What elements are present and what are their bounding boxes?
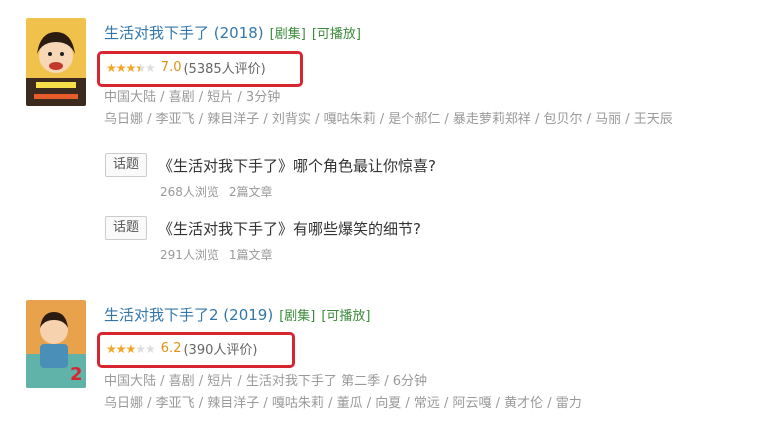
svg-text:2: 2 bbox=[70, 364, 83, 385]
series-tag[interactable]: [剧集] bbox=[270, 27, 306, 42]
topic-views: 291人浏览 bbox=[160, 248, 219, 262]
rating-count[interactable]: (5385人评价) bbox=[183, 58, 265, 77]
topic-views: 268人浏览 bbox=[160, 185, 219, 199]
search-result-1: 生活对我下手了 (2018) [剧集] [可播放] ★★★★★★★★★★ 7.0 (… bbox=[0, 0, 760, 290]
poster-image[interactable]: 2 bbox=[26, 300, 86, 388]
playable-tag[interactable]: [可播放] bbox=[321, 309, 370, 324]
topic-stats: 268人浏览 2篇文章 bbox=[160, 183, 273, 200]
topic-stats: 291人浏览 1篇文章 bbox=[160, 246, 273, 263]
result-cast[interactable]: 乌日娜 / 李亚飞 / 辣目洋子 / 刘背实 / 嘎咕朱莉 / 是个郝仁 / 暴… bbox=[104, 108, 673, 127]
topic-badge: 话题 bbox=[105, 153, 147, 177]
playable-tag[interactable]: [可播放] bbox=[312, 27, 361, 42]
rating-row: ★★★★★★★★★★ 6.2 (390人评价) bbox=[106, 339, 257, 358]
rating-count[interactable]: (390人评价) bbox=[183, 339, 257, 358]
rating-stars-fill: ★★★★★ bbox=[106, 341, 136, 356]
result-cast[interactable]: 乌日娜 / 李亚飞 / 辣目洋子 / 嘎咕朱莉 / 董瓜 / 向夏 / 常远 /… bbox=[104, 392, 582, 411]
result-title[interactable]: 生活对我下手了 (2018) [剧集] [可播放] bbox=[104, 22, 361, 43]
result-meta: 中国大陆 / 喜剧 / 短片 / 3分钟 bbox=[104, 90, 281, 105]
rating-row: ★★★★★★★★★★ 7.0 (5385人评价) bbox=[106, 58, 266, 77]
rating-score: 6.2 bbox=[160, 341, 182, 356]
title-text[interactable]: 生活对我下手了2 (2019) bbox=[104, 306, 273, 324]
series-tag[interactable]: [剧集] bbox=[279, 309, 315, 324]
rating-stars-fill: ★★★★★ bbox=[106, 60, 140, 75]
result-meta: 中国大陆 / 喜剧 / 短片 / 生活对我下手了 第二季 / 6分钟 bbox=[104, 374, 427, 389]
poster-image[interactable] bbox=[26, 18, 86, 106]
search-result-2: 2 生活对我下手了2 (2019) [剧集] [可播放] ★★★★★★★★★★ 6.… bbox=[0, 290, 760, 426]
topic-title[interactable]: 《生活对我下手了》哪个角色最让你惊喜? bbox=[158, 155, 436, 176]
topic-articles: 2篇文章 bbox=[228, 185, 273, 199]
topic-articles: 1篇文章 bbox=[228, 248, 273, 262]
title-text[interactable]: 生活对我下手了 (2018) bbox=[104, 24, 264, 42]
rating-score: 7.0 bbox=[160, 60, 182, 75]
rating-stars-icon: ★★★★★★★★★★ bbox=[106, 341, 156, 356]
result-title[interactable]: 生活对我下手了2 (2019) [剧集] [可播放] bbox=[104, 304, 371, 325]
rating-stars-icon: ★★★★★★★★★★ bbox=[106, 60, 156, 75]
topic-badge: 话题 bbox=[105, 216, 147, 240]
topic-title[interactable]: 《生活对我下手了》有哪些爆笑的细节? bbox=[158, 218, 421, 239]
